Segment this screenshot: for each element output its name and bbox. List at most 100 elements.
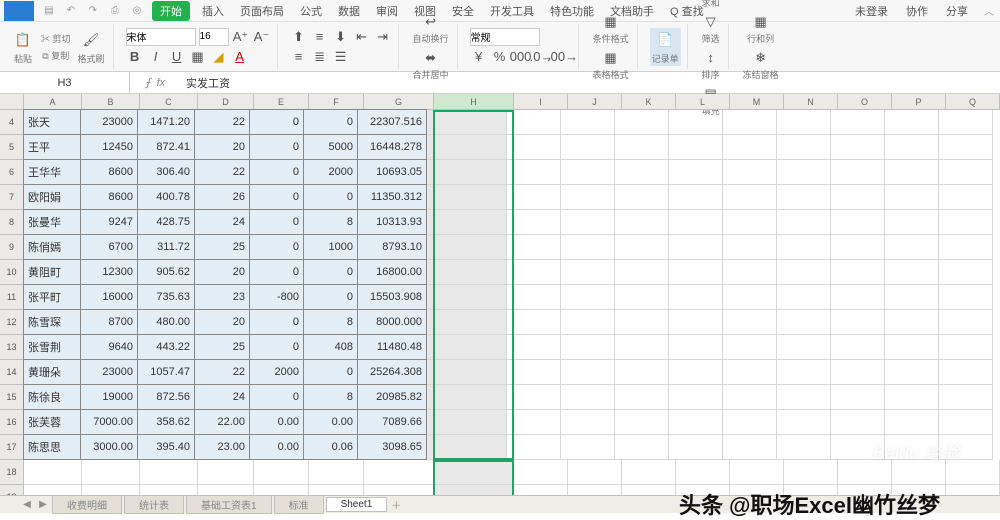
cell[interactable] xyxy=(885,160,939,185)
cell[interactable] xyxy=(723,360,777,385)
font-color-icon[interactable]: A xyxy=(231,48,249,66)
cell[interactable] xyxy=(831,235,885,260)
cell[interactable] xyxy=(427,310,507,335)
tab-safe[interactable]: 安全 xyxy=(448,1,478,21)
percent-icon[interactable]: % xyxy=(491,48,509,66)
cell[interactable] xyxy=(939,235,993,260)
cell[interactable] xyxy=(615,260,669,285)
cell[interactable] xyxy=(568,460,622,485)
cell[interactable] xyxy=(885,335,939,360)
font-select[interactable] xyxy=(126,28,196,46)
cell[interactable] xyxy=(427,110,507,135)
align-center-icon[interactable]: ≣ xyxy=(311,48,329,66)
dec-dec-icon[interactable]: .00→ xyxy=(554,48,572,66)
cell[interactable] xyxy=(831,410,885,435)
cell[interactable] xyxy=(885,210,939,235)
cell[interactable] xyxy=(885,110,939,135)
fx-label[interactable]: ⨍fx xyxy=(130,76,180,89)
align-mid-icon[interactable]: ≡ xyxy=(311,28,329,46)
cell[interactable]: 陈雪琛 xyxy=(23,309,81,335)
cell[interactable]: 张曼华 xyxy=(23,209,81,235)
cell[interactable] xyxy=(669,435,723,460)
cell[interactable]: 408 xyxy=(303,334,358,360)
cell[interactable] xyxy=(885,235,939,260)
col-header[interactable]: F xyxy=(309,94,364,109)
cell[interactable] xyxy=(669,310,723,335)
cell[interactable] xyxy=(669,235,723,260)
row-header[interactable]: 16 xyxy=(0,410,24,435)
redo-icon[interactable]: ↷ xyxy=(86,4,100,18)
cell[interactable] xyxy=(615,310,669,335)
cell[interactable]: 2000 xyxy=(249,359,304,385)
cell[interactable] xyxy=(939,385,993,410)
cell[interactable]: 0.00 xyxy=(303,409,358,435)
cell[interactable]: 24 xyxy=(194,209,250,235)
cell[interactable] xyxy=(885,260,939,285)
col-header[interactable]: Q xyxy=(946,94,1000,109)
cell[interactable]: 443.22 xyxy=(137,334,195,360)
cell[interactable] xyxy=(723,210,777,235)
cell[interactable]: 872.41 xyxy=(137,134,195,160)
cell[interactable]: 8793.10 xyxy=(357,234,427,260)
number-format-select[interactable] xyxy=(470,28,540,46)
undo-icon[interactable]: ↶ xyxy=(64,4,78,18)
cell[interactable]: 0 xyxy=(303,184,358,210)
record-button[interactable]: 📄记录单 xyxy=(650,28,681,66)
cell[interactable] xyxy=(669,185,723,210)
cell[interactable] xyxy=(561,310,615,335)
cell[interactable] xyxy=(723,260,777,285)
cell[interactable]: 8 xyxy=(303,384,358,410)
cell[interactable]: 8 xyxy=(303,309,358,335)
cell[interactable] xyxy=(615,435,669,460)
cell[interactable] xyxy=(427,185,507,210)
cell[interactable] xyxy=(831,260,885,285)
cell[interactable]: 8600 xyxy=(80,184,138,210)
cell[interactable] xyxy=(507,285,561,310)
cell[interactable]: 16448.278 xyxy=(357,134,427,160)
cell[interactable] xyxy=(561,360,615,385)
cell[interactable] xyxy=(777,385,831,410)
cell[interactable]: 22.00 xyxy=(194,409,250,435)
cell[interactable]: 0 xyxy=(303,259,358,285)
row-header[interactable]: 14 xyxy=(0,360,24,385)
row-header[interactable]: 18 xyxy=(0,460,24,485)
cell[interactable] xyxy=(777,210,831,235)
tab-formula[interactable]: 公式 xyxy=(296,1,326,21)
sum-button[interactable]: Σ求和 xyxy=(700,0,722,10)
sheet-tab[interactable]: Sheet1 xyxy=(326,497,388,512)
cell[interactable] xyxy=(427,360,507,385)
fill-color-icon[interactable]: ◢ xyxy=(210,48,228,66)
cell[interactable]: 10313.93 xyxy=(357,209,427,235)
cell[interactable] xyxy=(615,185,669,210)
tab-start[interactable]: 开始 xyxy=(152,1,190,21)
cell[interactable] xyxy=(669,360,723,385)
tab-layout[interactable]: 页面布局 xyxy=(236,1,288,21)
cell[interactable] xyxy=(561,285,615,310)
col-header[interactable]: A xyxy=(24,94,82,109)
cell[interactable]: 0 xyxy=(249,159,304,185)
cell[interactable] xyxy=(939,310,993,335)
cell[interactable]: 0 xyxy=(249,184,304,210)
cell[interactable]: 480.00 xyxy=(137,309,195,335)
filter-button[interactable]: ▽筛选 xyxy=(700,12,722,46)
cell[interactable]: 0 xyxy=(249,209,304,235)
cell[interactable]: 0 xyxy=(303,109,358,135)
col-header[interactable]: G xyxy=(364,94,434,109)
cell[interactable] xyxy=(427,410,507,435)
cell[interactable]: 15503.908 xyxy=(357,284,427,310)
cell[interactable] xyxy=(561,110,615,135)
cell[interactable]: 8000.000 xyxy=(357,309,427,335)
cell[interactable] xyxy=(561,385,615,410)
cell[interactable]: 0.00 xyxy=(249,409,304,435)
tab-insert[interactable]: 插入 xyxy=(198,1,228,21)
bold-icon[interactable]: B xyxy=(126,48,144,66)
cell[interactable] xyxy=(723,160,777,185)
cut-button[interactable]: ✂ 剪切 xyxy=(39,31,73,46)
row-header[interactable]: 8 xyxy=(0,210,24,235)
cell[interactable] xyxy=(777,360,831,385)
cell[interactable] xyxy=(777,185,831,210)
cell[interactable] xyxy=(140,460,198,485)
col-header[interactable]: K xyxy=(622,94,676,109)
cell[interactable] xyxy=(777,235,831,260)
cell[interactable]: 16000 xyxy=(80,284,138,310)
